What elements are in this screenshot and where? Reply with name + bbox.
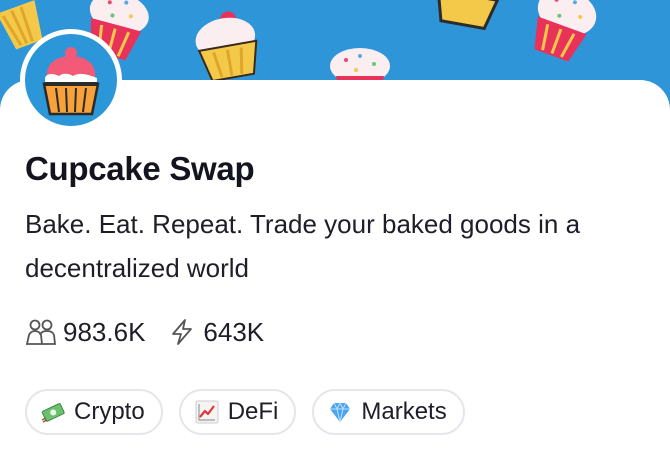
tag-list: Crypto DeFi Markets — [25, 389, 481, 435]
tag-markets[interactable]: Markets — [312, 389, 465, 435]
members-count: 983.6K — [63, 316, 146, 347]
tag-defi[interactable]: DeFi — [178, 389, 297, 435]
cupcake-logo-icon — [25, 34, 117, 126]
project-description: Bake. Eat. Repeat. Trade your baked good… — [25, 209, 581, 283]
avatar[interactable] — [20, 29, 122, 131]
page-title: Cupcake Swap — [25, 150, 255, 187]
money-emoji-icon — [41, 403, 65, 423]
activity-count: 643K — [203, 316, 265, 347]
activity-stat: 643K — [167, 317, 264, 348]
gem-emoji-icon — [330, 401, 351, 423]
chart-increasing-emoji-icon — [195, 400, 219, 424]
tag-crypto[interactable]: Crypto — [25, 389, 163, 435]
stats-row: 983.6K 643K — [25, 314, 286, 350]
lightning-icon — [172, 319, 193, 345]
members-stat: 983.6K — [25, 317, 145, 348]
tag-label: Crypto — [74, 398, 145, 425]
tag-label: Markets — [361, 398, 447, 425]
members-icon — [25, 319, 57, 345]
tag-label: DeFi — [227, 398, 279, 425]
